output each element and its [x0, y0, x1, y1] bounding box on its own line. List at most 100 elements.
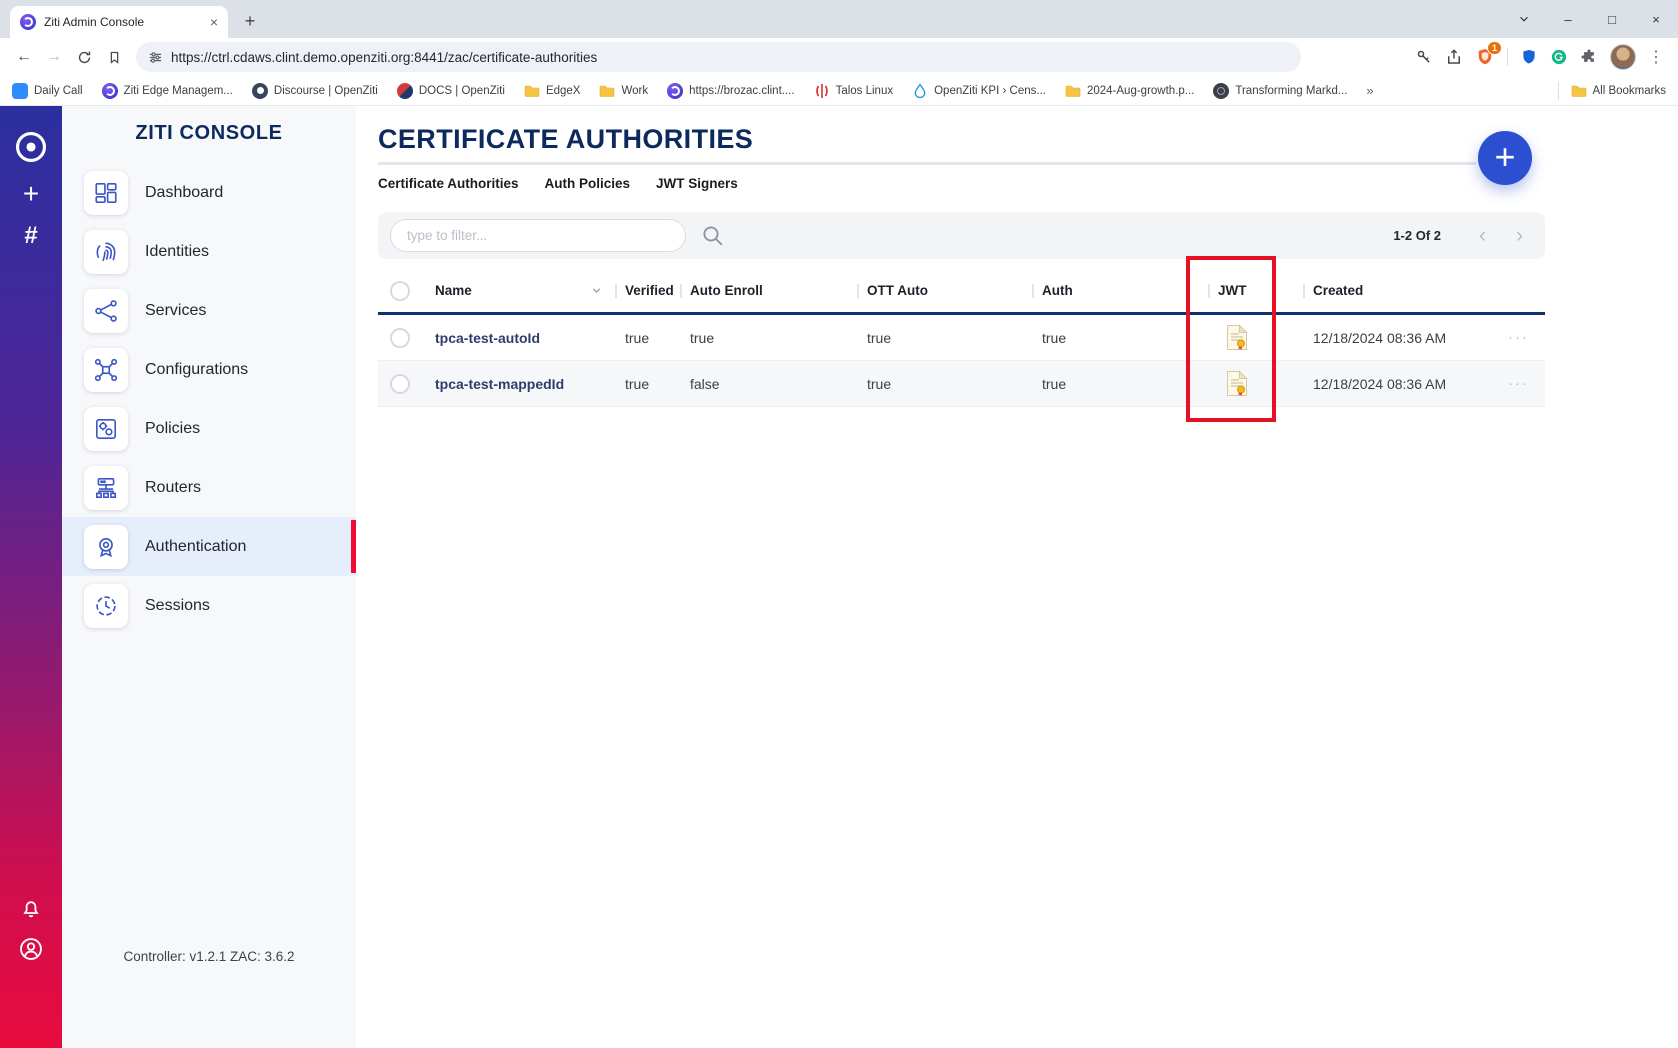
filter-input[interactable]: [390, 219, 686, 252]
bookmark-item[interactable]: https://brozac.clint....: [667, 83, 794, 99]
configurations-icon: [84, 348, 128, 392]
bookmark-item[interactable]: Transforming Markd...: [1213, 83, 1347, 99]
bookmarks-bar: Daily Call Ziti Edge Managem... Discours…: [0, 76, 1678, 106]
sidebar-item-routers[interactable]: Routers: [62, 458, 356, 517]
column-header-auto-enroll[interactable]: Auto Enroll: [690, 283, 867, 298]
folder-icon: [1065, 83, 1081, 99]
toolbar-divider: [1507, 48, 1508, 66]
dashboard-icon: [84, 171, 128, 215]
new-tab-button[interactable]: +: [236, 7, 264, 35]
column-header-jwt[interactable]: JWT: [1218, 283, 1313, 298]
tab-auth-policies[interactable]: Auth Policies: [545, 176, 631, 191]
extensions-puzzle-icon[interactable]: [1580, 48, 1598, 66]
ca-name[interactable]: tpca-test-mappedId: [435, 376, 625, 392]
row-menu-button[interactable]: ···: [1508, 375, 1545, 392]
table-row[interactable]: tpca-test-mappedId true false true true …: [378, 361, 1545, 407]
bookmark-item[interactable]: Daily Call: [12, 83, 83, 99]
tab-title: Ziti Admin Console: [44, 15, 202, 29]
column-header-name[interactable]: Name: [435, 283, 625, 298]
sidebar-item-policies[interactable]: Policies: [62, 399, 356, 458]
sidebar-item-authentication[interactable]: Authentication: [62, 517, 356, 576]
plus-icon: +: [1494, 139, 1515, 175]
column-header-auth[interactable]: Auth: [1042, 283, 1218, 298]
tab-close-icon[interactable]: ×: [210, 15, 218, 29]
page-prev-icon[interactable]: ‹: [1479, 225, 1486, 246]
defender-shield-icon[interactable]: [1520, 48, 1538, 66]
browser-menu-icon[interactable]: ⋮: [1648, 47, 1664, 67]
sidebar-item-services[interactable]: Services: [62, 281, 356, 340]
browser-tab[interactable]: Ziti Admin Console ×: [10, 6, 228, 38]
share-icon[interactable]: [1445, 48, 1463, 66]
rail-hash-icon[interactable]: #: [24, 224, 37, 248]
search-icon[interactable]: [700, 223, 725, 248]
bookmarks-overflow-icon[interactable]: »: [1366, 83, 1372, 98]
filter-panel: 1-2 Of 2 ‹ ›: [378, 212, 1545, 259]
notifications-bell-icon[interactable]: [19, 896, 43, 920]
services-icon: [84, 289, 128, 333]
ziti-icon: [102, 83, 118, 99]
bookmark-item[interactable]: EdgeX: [524, 83, 581, 99]
bookmark-item[interactable]: 2024-Aug-growth.p...: [1065, 83, 1194, 99]
created-date: 12/18/2024 08:36 AM: [1313, 330, 1490, 346]
row-checkbox[interactable]: [390, 374, 410, 394]
forward-icon[interactable]: →: [40, 43, 68, 71]
main-panel: CERTIFICATE AUTHORITIES Certificate Auth…: [356, 106, 1678, 1048]
site-settings-icon[interactable]: [148, 50, 163, 65]
folder-icon: [524, 83, 540, 99]
select-all-checkbox[interactable]: [390, 281, 410, 301]
bookmark-item[interactable]: Work: [599, 83, 648, 99]
add-ca-button[interactable]: +: [1478, 131, 1532, 185]
folder-icon: [1571, 83, 1587, 99]
column-header-created[interactable]: Created: [1313, 283, 1490, 298]
sidebar-item-identities[interactable]: Identities: [62, 222, 356, 281]
page-next-icon[interactable]: ›: [1516, 225, 1523, 246]
ca-name[interactable]: tpca-test-autoId: [435, 330, 625, 346]
jwt-download-icon[interactable]: [1226, 324, 1313, 351]
tab-jwt-signers[interactable]: JWT Signers: [656, 176, 738, 191]
created-date: 12/18/2024 08:36 AM: [1313, 376, 1490, 392]
profile-avatar[interactable]: [1610, 44, 1636, 70]
page-title: CERTIFICATE AUTHORITIES: [378, 124, 1545, 155]
discourse-icon: [252, 83, 268, 99]
window-close-button[interactable]: ×: [1634, 0, 1678, 38]
row-menu-button[interactable]: ···: [1508, 329, 1545, 346]
sidebar-item-dashboard[interactable]: Dashboard: [62, 163, 356, 222]
all-bookmarks-button[interactable]: All Bookmarks: [1571, 83, 1667, 99]
tab-certificate-authorities[interactable]: Certificate Authorities: [378, 176, 519, 191]
bookmark-item[interactable]: Ziti Edge Managem...: [102, 83, 233, 99]
table-row[interactable]: tpca-test-autoId true true true true 12/…: [378, 315, 1545, 361]
sidebar: ZITI CONSOLE Dashboard Identities Servic…: [62, 106, 356, 1048]
bookmark-item[interactable]: Talos Linux: [814, 83, 894, 99]
bookmark-item[interactable]: DOCS | OpenZiti: [397, 83, 505, 99]
sort-chevron-icon: [590, 284, 603, 297]
browser-tab-strip: Ziti Admin Console × + – □ ×: [0, 0, 1678, 38]
sidebar-item-configurations[interactable]: Configurations: [62, 340, 356, 399]
talos-icon: [814, 83, 830, 99]
jwt-download-icon[interactable]: [1226, 370, 1313, 397]
bookmark-item[interactable]: OpenZiti KPI › Cens...: [912, 83, 1046, 99]
rail-add-icon[interactable]: +: [23, 180, 39, 208]
bookmark-icon[interactable]: [100, 43, 128, 71]
bookmark-item[interactable]: Discourse | OpenZiti: [252, 83, 378, 99]
back-icon[interactable]: ←: [10, 43, 38, 71]
tab-search-chevron-icon[interactable]: [1502, 0, 1546, 38]
authentication-icon: [84, 525, 128, 569]
table-header-row: Name Verified Auto Enroll OTT Auto Auth …: [378, 269, 1545, 315]
adblock-shield-icon[interactable]: 1: [1475, 47, 1495, 67]
sidebar-item-sessions[interactable]: Sessions: [62, 576, 356, 635]
row-checkbox[interactable]: [390, 328, 410, 348]
identities-icon: [84, 230, 128, 274]
maximize-button[interactable]: □: [1590, 0, 1634, 38]
ziti-logo-icon[interactable]: [14, 130, 48, 164]
address-bar: ← → https://ctrl.cdaws.clint.demo.openzi…: [0, 38, 1678, 76]
account-person-icon[interactable]: [18, 936, 44, 962]
zoom-icon: [12, 83, 28, 99]
grammarly-icon[interactable]: [1550, 48, 1568, 66]
url-omnibox[interactable]: https://ctrl.cdaws.clint.demo.openziti.o…: [136, 42, 1301, 72]
reload-icon[interactable]: [70, 43, 98, 71]
minimize-button[interactable]: –: [1546, 0, 1590, 38]
console-title: ZITI CONSOLE: [62, 122, 356, 145]
ca-table: Name Verified Auto Enroll OTT Auto Auth …: [378, 269, 1545, 407]
password-key-icon[interactable]: [1415, 48, 1433, 66]
column-header-ott-auto[interactable]: OTT Auto: [867, 283, 1042, 298]
